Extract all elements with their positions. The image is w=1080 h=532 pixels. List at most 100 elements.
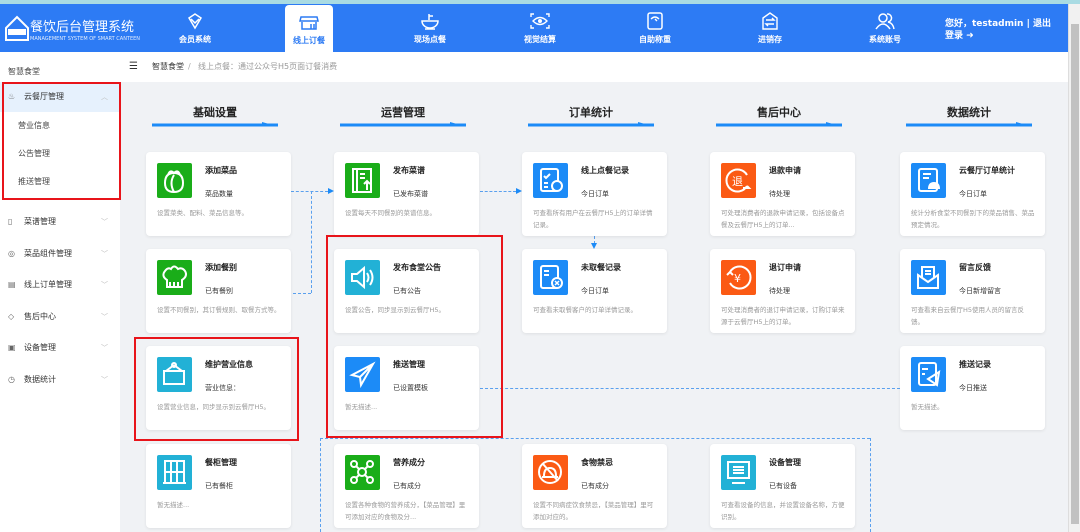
card-description: 可处理消费者的退款申请记录，包括设备点餐及云餐厅H5上的订单... — [721, 209, 845, 229]
cabinet-icon — [157, 455, 192, 490]
flow-line — [311, 191, 312, 293]
breadcrumb-root[interactable]: 智慧食堂 — [152, 52, 184, 82]
card-device[interactable]: 设备管理 已有设备 可查看设备的信息，并设置设备名称，方便识别。 — [710, 444, 855, 528]
sidebar-item-label: 售后中心 — [24, 311, 56, 321]
menu-icon: ◇ — [8, 311, 15, 321]
flow-line — [480, 388, 900, 389]
menu-icon: ▤ — [8, 280, 16, 289]
highlight-sidebar — [2, 82, 121, 200]
section-arrow-bar — [152, 122, 278, 127]
sidebar-item-label: 数据统计 — [24, 374, 56, 384]
section-arrow-bar — [716, 122, 842, 127]
card-vegetable[interactable]: 添加菜品 菜品数量 设置菜类、配料、菜品信息等。 — [146, 152, 291, 236]
sidebar-item[interactable]: ▣ 设备管理 ﹀ — [0, 333, 120, 363]
highlight-operations — [326, 235, 503, 438]
sidebar-item[interactable]: ◷ 数据统计 ﹀ — [0, 365, 120, 395]
section-arrow-bar — [906, 122, 1032, 127]
card-title: 餐柜管理 — [205, 458, 237, 467]
section-title: 订单统计 — [569, 106, 613, 119]
card-chef-hat[interactable]: 添加餐别 已有餐别 设置不同餐别，其订餐规则、取餐方式等。 — [146, 249, 291, 333]
sidebar-item[interactable]: ▤ 线上订单管理 ﹀ — [0, 270, 120, 300]
chef-hat-icon — [157, 260, 192, 295]
chevron-down-icon: ﹀ — [101, 249, 108, 258]
nav-eye-scan[interactable]: 视觉结算 — [510, 4, 570, 52]
card-refund[interactable]: 退 退款申请 待处理 可处理消费者的退款申请记录，包括设备点餐及云餐厅H5上的订… — [710, 152, 855, 236]
scrollbar[interactable] — [1068, 4, 1080, 532]
nav-label: 现场点餐 — [414, 35, 446, 44]
card-title: 云餐厅订单统计 — [959, 166, 1015, 175]
flow-line — [291, 191, 328, 192]
sidebar-item-label: 线上订单管理 — [24, 280, 72, 289]
nav-scale[interactable]: 自助称重 — [625, 4, 685, 52]
card-push-record[interactable]: 推送记录 今日推送 暂无描述。 — [900, 346, 1045, 430]
vegetable-icon — [157, 163, 192, 198]
brand-title: 餐饮后台管理系统 — [30, 20, 135, 35]
card-cabinet[interactable]: 餐柜管理 已有餐柜 暂无描述... — [146, 444, 291, 528]
nav-label: 线上订餐 — [293, 36, 325, 45]
card-order-record[interactable]: 线上点餐记录 今日订单 可查看所有用户在云餐厅H5上的订单详情记录。 — [522, 152, 667, 236]
exchange-icon — [762, 12, 778, 30]
card-title: 推送记录 — [959, 360, 991, 369]
card-menu-upload[interactable]: 发布菜谱 已发布菜谱 设置每天不同餐别的菜谱信息。 — [334, 152, 479, 236]
chevron-down-icon: ﹀ — [101, 218, 108, 226]
card-description: 设置菜类、配料、菜品信息等。 — [157, 209, 248, 217]
card-description: 设置不同餐别，其订餐规则、取餐方式等。 — [157, 306, 281, 314]
no-food-icon — [533, 455, 568, 490]
nav-label: 自助称重 — [639, 35, 671, 44]
flow-line — [870, 438, 871, 532]
card-stat: 已有餐柜 — [205, 482, 233, 490]
section-title: 基础设置 — [193, 106, 237, 119]
sidebar-title: 智慧食堂 — [8, 67, 40, 76]
card-title: 食物禁忌 — [581, 458, 613, 467]
sidebar-item[interactable]: ◎ 菜品组件管理 ﹀ — [0, 239, 120, 269]
scrollbar-thumb[interactable] — [1071, 24, 1079, 524]
card-description: 可查看所有用户在云餐厅H5上的订单详情记录。 — [533, 209, 653, 229]
nav-bowl[interactable]: 现场点餐 — [400, 4, 460, 52]
card-title: 未取餐记录 — [581, 263, 621, 272]
nav-users[interactable]: 系统账号 — [855, 4, 915, 52]
menu-upload-icon — [345, 163, 380, 198]
card-stat: 已有餐别 — [205, 287, 233, 295]
card-mail[interactable]: 留言反馈 今日新增留言 可查看来自云餐厅H5使用人员的留言反馈。 — [900, 249, 1045, 333]
flow-line — [320, 438, 321, 532]
card-yen-return[interactable]: ¥ 退订申请 待处理 可处理消费者的退订申请记录，订购订单来源于云餐厅H5上的订… — [710, 249, 855, 333]
card-stat: 菜品数量 — [205, 190, 233, 198]
svg-text:¥: ¥ — [734, 272, 741, 285]
card-stat: 待处理 — [769, 190, 790, 198]
refund-icon: 退 — [721, 163, 756, 198]
order-record-icon — [533, 163, 568, 198]
card-order-cancel[interactable]: 未取餐记录 今日订单 可查看未取餐客户的订单详情记录。 — [522, 249, 667, 333]
nav-exchange[interactable]: 进销存 — [740, 4, 800, 52]
top-header: 餐饮后台管理系统 MANAGEMENT SYSTEM OF SMART CANT… — [0, 4, 1068, 55]
greeting: 您好，testadmin — [945, 19, 1024, 29]
card-stat: 今日推送 — [959, 384, 987, 392]
chevron-down-icon: ﹀ — [101, 312, 108, 321]
diamond-icon — [187, 13, 203, 30]
section-arrow-bar — [528, 122, 654, 127]
card-stat: 今日新增留言 — [959, 287, 1001, 295]
flow-line — [293, 293, 311, 294]
sidebar-item[interactable]: ◇ 售后中心 ﹀ — [0, 302, 120, 332]
brand-subtitle: MANAGEMENT SYSTEM OF SMART CANTEEN — [30, 36, 141, 42]
menu-icon: ◎ — [8, 248, 15, 258]
card-title: 设备管理 — [769, 458, 801, 467]
nav-diamond[interactable]: 会员系统 — [165, 4, 225, 52]
card-description: 可处理消费者的退订申请记录，订购订单来源于云餐厅H5上的订单。 — [721, 306, 845, 326]
nav-label: 会员系统 — [179, 35, 211, 44]
sidebar-item[interactable]: ▯ 菜谱管理 ﹀ — [0, 207, 120, 237]
menu-toggle-icon[interactable]: ☰ — [129, 52, 138, 82]
sidebar-item-label: 设备管理 — [24, 343, 56, 352]
card-title: 营养成分 — [393, 458, 425, 467]
menu-icon: ▣ — [8, 343, 16, 352]
breadcrumb-current: 线上点餐：通过公众号H5页面订餐消费 — [198, 62, 338, 71]
nav-shop[interactable]: 线上订餐 — [285, 5, 333, 55]
card-molecule[interactable]: 营养成分 已有成分 设置各种食物的营养成分，【菜品管理】里可添加对应的食物及分.… — [334, 444, 479, 528]
breadcrumb-sep: / — [188, 62, 191, 71]
card-description: 设置不同病症饮食禁忌，【菜品管理】里可添加对应的。 — [533, 501, 654, 521]
card-order-stats[interactable]: 云餐厅订单统计 今日订单 统计分析食堂不同餐别下的菜品销售、菜品预定情况。 — [900, 152, 1045, 236]
push-record-icon — [911, 357, 946, 392]
card-no-food[interactable]: 食物禁忌 已有成分 设置不同病症饮食禁忌，【菜品管理】里可添加对应的。 — [522, 444, 667, 528]
users-icon — [875, 13, 895, 30]
card-title: 发布菜谱 — [393, 166, 425, 175]
chevron-down-icon: ﹀ — [101, 344, 108, 352]
